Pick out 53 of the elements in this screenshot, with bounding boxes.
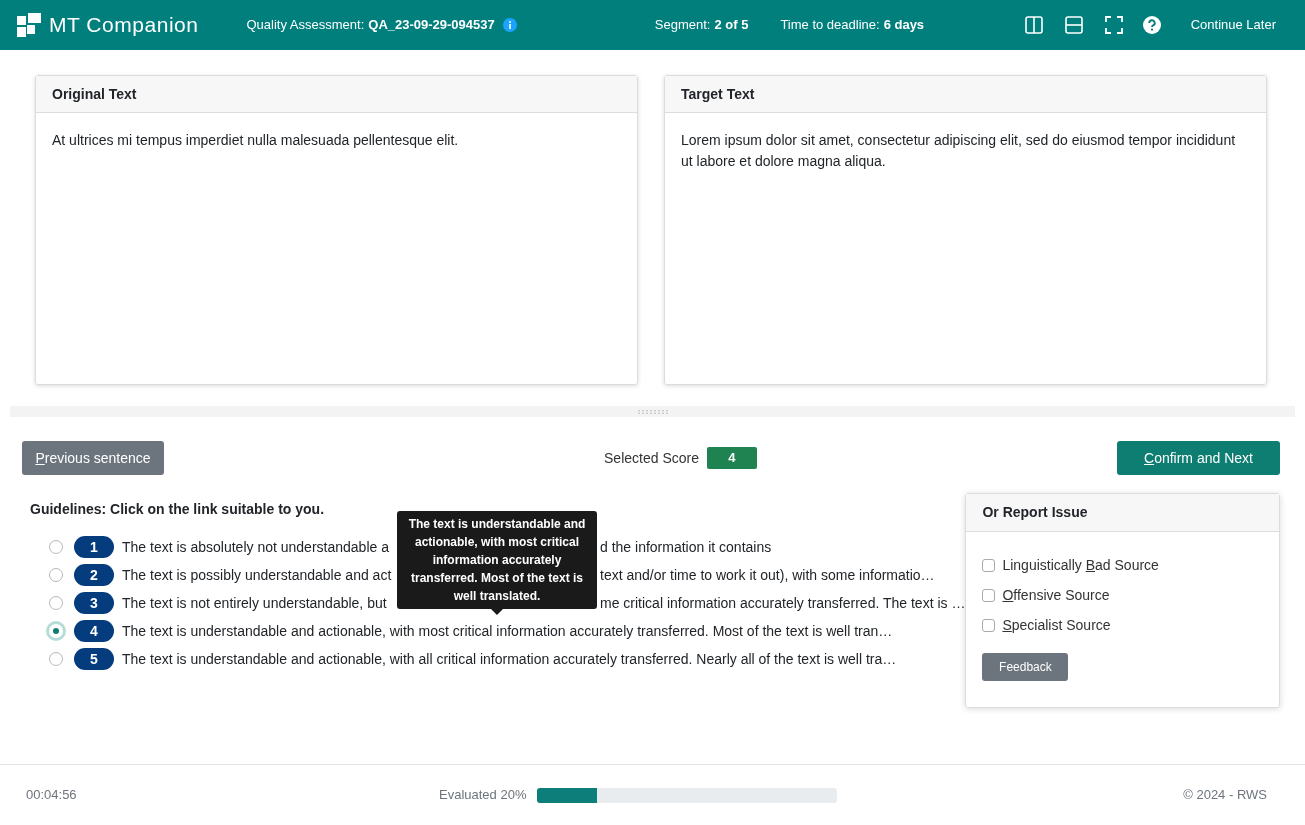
score-badge: 5	[74, 648, 114, 670]
panel-text: Lorem ipsum dolor sit amet, consectetur adipiscing elit, sed do eiusmod tempor incididunt ut labore et dolore magna aliqua.	[680, 131, 1237, 171]
previous-sentence-button[interactable]: Previous sentence	[22, 441, 164, 475]
progress-label: Evaluated 20%	[439, 786, 527, 805]
guideline-text[interactable]: The text is understandable and actionable, with most critical information accurately transferred. Most of the text is well tran…	[122, 620, 893, 642]
guideline-text[interactable]: text and/or time to work it out), with some informatio…	[600, 566, 935, 583]
score-radio[interactable]	[49, 540, 63, 554]
score-badge: 2	[74, 564, 114, 586]
score-badge: 1	[74, 536, 114, 558]
score-radio[interactable]	[49, 652, 63, 666]
fullscreen-icon[interactable]	[1104, 16, 1123, 34]
guideline-text[interactable]: The text is understandable and actionable, with all critical information accurately transferred. Nearly all of the text is well tra…	[122, 648, 897, 670]
continue-later-button[interactable]: Continue Later	[1190, 15, 1276, 35]
segment-value: 2 of 5	[714, 16, 749, 35]
score-badge: 3	[74, 592, 114, 614]
segment-label: Segment:	[654, 16, 711, 35]
issue-checkbox[interactable]	[982, 589, 996, 602]
timer: 00:04:56	[26, 786, 78, 805]
assessment-label: Quality Assessment:	[246, 16, 365, 35]
feedback-button[interactable]: Feedback	[982, 653, 1069, 681]
card-title: Or Report Issue	[982, 503, 1088, 522]
guideline-text[interactable]: d the information it contains	[600, 538, 772, 555]
split-vertical-icon[interactable]	[1024, 16, 1043, 34]
logo-icon	[17, 13, 41, 37]
help-icon[interactable]	[1142, 16, 1161, 34]
score-radio[interactable]	[49, 596, 63, 610]
grip-icon	[637, 409, 668, 414]
panel-text: At ultrices mi tempus imperdiet nulla malesuada pellentesque elit.	[51, 131, 460, 150]
assessment-id: QA_23-09-29-094537	[368, 16, 495, 35]
score-badge: 4	[74, 620, 114, 642]
issue-label[interactable]: Offensive Source	[1002, 585, 1110, 606]
guidelines-title: Guidelines: Click on the link suitable to you.	[30, 500, 326, 519]
guideline-text[interactable]: The text is possibly understandable and act	[122, 566, 392, 583]
selected-score-label: Selected Score	[604, 448, 699, 468]
deadline-label: Time to deadline:	[780, 16, 880, 35]
issue-label[interactable]: Specialist Source	[1002, 615, 1111, 636]
app-title: MT Companion	[49, 12, 199, 39]
issue-checkbox[interactable]	[982, 619, 996, 632]
copyright: © 2024 - RWS	[1183, 786, 1267, 805]
deadline-value: 6 days	[883, 16, 925, 35]
guideline-text[interactable]: The text is absolutely not understandable a	[122, 538, 389, 555]
issue-label[interactable]: Linguistically Bad Source	[1002, 555, 1159, 576]
score-radio[interactable]	[49, 568, 63, 582]
selected-score-value: 4	[706, 447, 757, 469]
confirm-next-button[interactable]: Confirm and Next	[1117, 441, 1280, 475]
guideline-text[interactable]: The text is not entirely understandable, but	[122, 594, 387, 611]
panel-title: Original Text	[52, 84, 137, 104]
issue-checkbox[interactable]	[982, 559, 996, 572]
tooltip-text: The text is understandable and actionable, with most critical information accurately transferred. Most of the text is well translated.	[407, 516, 587, 605]
split-horizontal-icon[interactable]	[1064, 16, 1083, 34]
panel-title: Target Text	[681, 84, 755, 104]
info-icon[interactable]	[502, 18, 517, 32]
guideline-text[interactable]: me critical information accurately transferred. The text is …	[600, 594, 966, 611]
